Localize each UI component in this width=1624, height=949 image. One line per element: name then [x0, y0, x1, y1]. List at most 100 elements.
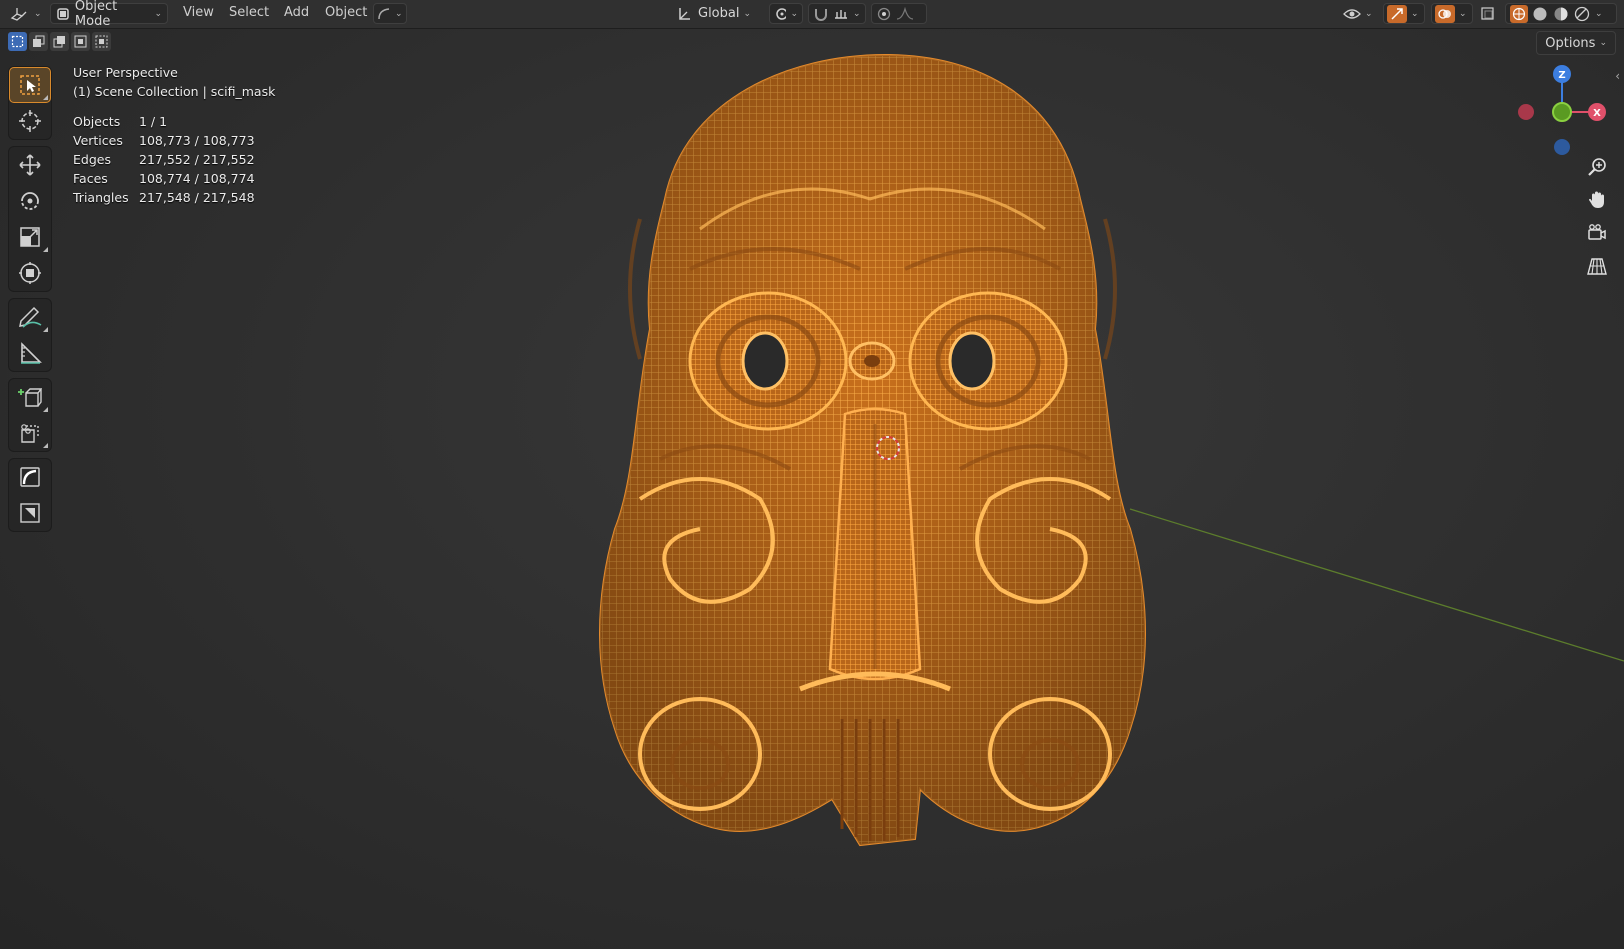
add-cube-icon: [18, 388, 42, 407]
eye-icon: [1343, 8, 1361, 19]
select-extend-icon: [33, 35, 45, 47]
select-new-button[interactable]: [8, 32, 27, 51]
scene-statistics: Objects 1 / 1 Vertices 108,773 / 108,773…: [73, 114, 275, 209]
select-extend-button[interactable]: [29, 32, 48, 51]
x-axis-label: X: [1593, 108, 1601, 119]
shading-modes[interactable]: ⌄: [1505, 3, 1617, 24]
sidebar-toggle-icon[interactable]: ‹: [1615, 69, 1620, 83]
view-name: User Perspective: [73, 65, 178, 80]
pan-button[interactable]: [1584, 187, 1610, 213]
rotate-tool[interactable]: [9, 183, 51, 219]
image-tool[interactable]: [9, 495, 51, 531]
camera-icon: [1588, 224, 1606, 240]
chevron-down-icon: ⌄: [395, 8, 403, 19]
gpencil-dropdown[interactable]: ⌄: [373, 3, 407, 24]
chevron-down-icon: ⌄: [743, 8, 752, 19]
falloff-curve-icon: [896, 6, 914, 20]
measure-tool[interactable]: [9, 335, 51, 371]
cursor-tool[interactable]: [9, 103, 51, 139]
stat-row: Faces 108,774 / 108,774: [73, 171, 275, 190]
mode-label: Object Mode: [74, 0, 118, 29]
solid-shading-icon[interactable]: [1531, 5, 1549, 23]
y-axis-line: [1129, 508, 1624, 662]
annotate-tool[interactable]: [9, 299, 51, 335]
add-cube-tool[interactable]: [9, 379, 51, 415]
transform-tool[interactable]: [9, 255, 51, 291]
image-icon: [20, 503, 40, 523]
move-tool[interactable]: [9, 147, 51, 183]
tool-group-select: [8, 66, 52, 140]
pivot-icon: [776, 7, 787, 20]
menu-select[interactable]: Select: [229, 5, 269, 20]
stat-label: Vertices: [73, 133, 123, 148]
options-dropdown[interactable]: Options ⌄: [1536, 31, 1616, 55]
cursor-crosshair-icon: [19, 110, 41, 132]
chevron-down-icon: ⌄: [1459, 8, 1467, 19]
overlays-toggle[interactable]: ⌄: [1431, 3, 1473, 24]
3d-viewport[interactable]: Options ⌄ ‹ User Perspective (1) Scene C…: [0, 29, 1624, 949]
object-mode-icon: [57, 7, 69, 20]
orientation-label: Global: [698, 6, 740, 21]
zoom-icon: [1588, 158, 1606, 176]
visibility-dropdown[interactable]: ⌄: [1343, 3, 1379, 24]
mode-dropdown[interactable]: Object Mode ⌄: [50, 0, 168, 29]
chevron-down-icon: ⌄: [154, 8, 162, 19]
stat-label: Edges: [73, 152, 111, 167]
gizmo-toggle[interactable]: ⌄: [1383, 3, 1425, 24]
select-subtract-icon: [53, 36, 65, 48]
zoom-button[interactable]: [1584, 154, 1610, 180]
select-invert-button[interactable]: [71, 32, 90, 51]
curve-icon: [378, 7, 390, 19]
overlays-icon: [1435, 4, 1455, 23]
chevron-down-icon: ⌄: [1365, 8, 1373, 19]
snap-controls[interactable]: ⌄: [808, 3, 866, 24]
selection-mode-buttons: [8, 32, 111, 51]
rendered-shading-icon[interactable]: [1573, 5, 1591, 23]
stat-value: 217,552 / 217,552: [139, 152, 255, 167]
stat-label: Triangles: [73, 190, 129, 205]
pencil-icon: [19, 306, 42, 328]
tool-group-transform: [8, 146, 52, 292]
scale-icon: [20, 227, 40, 247]
select-subtract-button[interactable]: [50, 32, 69, 51]
transform-orientation-dropdown[interactable]: Global ⌄: [676, 3, 762, 24]
stat-value: 108,773 / 108,773: [139, 133, 255, 148]
xray-icon: [1481, 6, 1494, 20]
neg-x-axis-handle[interactable]: [1518, 104, 1534, 120]
editor-type-button[interactable]: ⌄: [8, 3, 46, 24]
neg-z-axis-handle[interactable]: [1554, 139, 1570, 155]
hand-icon: [1589, 191, 1604, 208]
stat-value: 217,548 / 217,548: [139, 190, 255, 205]
material-shading-icon[interactable]: [1552, 5, 1570, 23]
collection-line: (1) Scene Collection | scifi_mask: [73, 84, 276, 99]
scifi-mask-mesh[interactable]: [599, 53, 1146, 847]
chevron-down-icon: ⌄: [790, 8, 798, 19]
3d-viewport-icon: [10, 7, 27, 21]
select-intersect-button[interactable]: [92, 32, 111, 51]
select-intersect-icon: [95, 35, 108, 48]
stat-value: 108,774 / 108,774: [139, 171, 255, 186]
proportional-edit-controls[interactable]: [871, 3, 927, 24]
stat-row: Vertices 108,773 / 108,773: [73, 133, 275, 152]
menu-view[interactable]: View: [183, 5, 214, 20]
shear-tool[interactable]: [9, 415, 51, 451]
navigation-gizmo[interactable]: Z X: [1510, 62, 1606, 158]
chevron-down-icon: ⌄: [1595, 8, 1603, 19]
rotate-icon: [21, 192, 39, 210]
gizmo-arrows-icon: [1387, 4, 1407, 23]
curve-tool[interactable]: [9, 459, 51, 495]
xray-toggle[interactable]: [1480, 3, 1504, 24]
y-axis-handle[interactable]: [1552, 102, 1572, 122]
chevron-down-icon: ⌄: [34, 8, 42, 19]
camera-view-button[interactable]: [1584, 220, 1610, 246]
perspective-toggle-button[interactable]: [1584, 253, 1610, 279]
grid-perspective-icon: [1587, 258, 1607, 275]
menu-object[interactable]: Object: [325, 5, 367, 20]
wireframe-shading-icon[interactable]: [1510, 4, 1528, 23]
chevron-down-icon: ⌄: [1411, 8, 1419, 19]
tool-group-add: [8, 378, 52, 452]
menu-add[interactable]: Add: [284, 5, 309, 20]
select-box-tool[interactable]: [9, 67, 51, 103]
pivot-dropdown[interactable]: ⌄: [769, 3, 803, 24]
scale-tool[interactable]: [9, 219, 51, 255]
